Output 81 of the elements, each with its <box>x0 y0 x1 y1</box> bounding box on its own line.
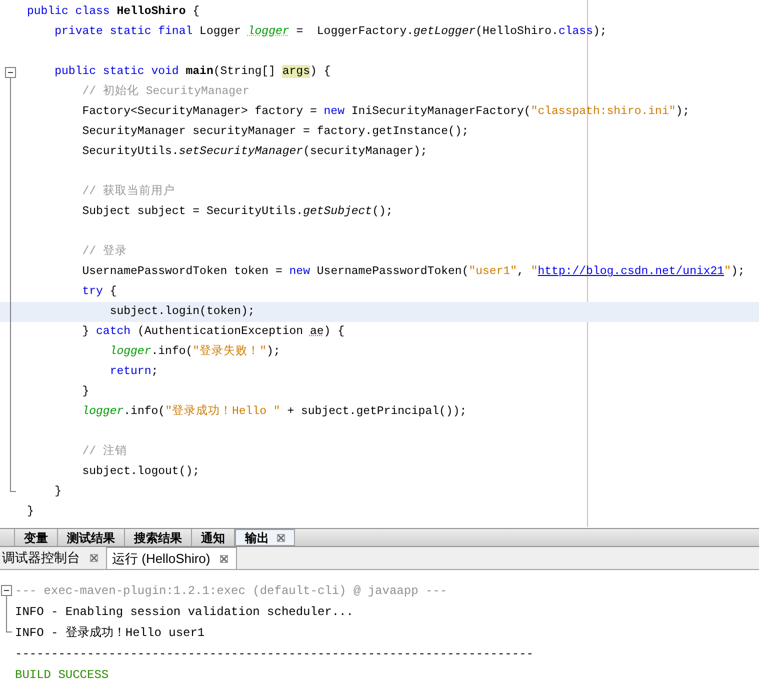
panel-tab[interactable]: 输出 <box>235 529 295 546</box>
code-text: { <box>110 285 117 298</box>
method-text: getLogger <box>414 25 476 38</box>
keyword-text: public static void <box>54 65 180 78</box>
panel-tab[interactable]: 搜索结果 <box>125 529 192 546</box>
code-editor[interactable] <box>0 0 759 527</box>
close-icon[interactable] <box>220 554 228 562</box>
keyword-text: try <box>82 285 103 298</box>
code-text: , <box>517 265 525 278</box>
code-text: Factory<SecurityManager> factory = <box>82 105 318 118</box>
fold-toggle-icon[interactable] <box>5 66 16 78</box>
console-line: BUILD SUCCESS <box>15 666 109 684</box>
code-text: Logger <box>200 25 242 38</box>
method-text: getSubject <box>303 205 372 218</box>
code-text: ; <box>151 365 158 378</box>
code-text: } <box>82 325 90 338</box>
close-icon[interactable] <box>90 554 98 562</box>
field-text: logger <box>248 25 290 38</box>
code-text: (); <box>372 205 393 218</box>
code-text: } <box>27 505 34 518</box>
code-text: .info( <box>151 345 193 358</box>
comment-text: // 登录 <box>82 245 127 258</box>
code-text: (HelloShiro. <box>476 25 558 38</box>
code-text: } <box>54 485 62 498</box>
string-text: "登录成功！Hello " <box>165 405 280 418</box>
code-text: ); <box>592 25 607 38</box>
comment-text: // 初始化 SecurityManager <box>82 85 250 98</box>
console-line: INFO - 登录成功！Hello user1 <box>15 624 205 642</box>
keyword-text: public class <box>27 5 111 18</box>
output-tab[interactable]: 运行 (HelloShiro) <box>106 547 238 569</box>
code-text: SecurityManager securityManager = factory.getInstance(); <box>82 125 469 138</box>
fold-end-icon <box>10 482 16 492</box>
code-text: UsernamePasswordToken( <box>316 265 469 278</box>
console-line: --- exec-maven-plugin:1.2.1:exec (default-cli) @ javaapp --- <box>15 582 448 600</box>
code-text: UsernamePasswordToken token = <box>82 265 284 278</box>
code-text: subject.logout(); <box>82 465 200 478</box>
parameter-text: args <box>282 65 310 78</box>
code-text: } <box>82 385 90 398</box>
keyword-text: new <box>289 265 310 278</box>
comment-text: // 注销 <box>82 445 127 458</box>
string-text: "classpath:shiro.ini" <box>530 105 676 118</box>
keyword-text: class <box>558 25 593 38</box>
code-text: subject.login(token); <box>110 305 255 318</box>
code-text: (securityManager); <box>303 145 428 158</box>
console-line: ------------------------------------------------------------------------ <box>15 646 534 662</box>
code-text: ); <box>731 265 745 278</box>
code-text: SecurityUtils. <box>82 145 179 158</box>
code-text: (String[] <box>213 65 276 78</box>
field-text: logger <box>110 345 152 358</box>
string-text: " <box>724 265 731 278</box>
link[interactable]: http://blog.csdn.net/unix21 <box>538 265 724 278</box>
code-text: ); <box>266 345 280 358</box>
keyword-text: return <box>110 365 152 378</box>
string-text: " <box>530 265 538 278</box>
code-text: + subject.getPrincipal()); <box>287 405 467 418</box>
keyword-text: catch <box>96 325 131 338</box>
code-text: ); <box>676 105 690 118</box>
panel-tab[interactable]: 变量 <box>14 529 58 546</box>
code-text: ) { <box>324 325 345 338</box>
code-text: (AuthenticationException <box>137 325 304 338</box>
code-text: Subject subject = SecurityUtils. <box>82 205 304 218</box>
string-text: "user1" <box>468 265 518 278</box>
panel-tab[interactable]: 测试结果 <box>58 529 125 546</box>
variable-text: ae <box>310 325 324 338</box>
close-icon[interactable] <box>277 534 285 542</box>
string-text: "登录失败！" <box>192 345 266 358</box>
code-text: .info( <box>124 405 166 418</box>
code-text: ) { <box>310 65 331 78</box>
output-tab[interactable]: 调试器控制台 <box>0 547 106 569</box>
keyword-text: private static final <box>54 25 194 38</box>
code-text: HelloShiro <box>116 5 186 18</box>
code-text: = LoggerFactory. <box>296 25 414 38</box>
code-text: IniSecurityManagerFactory( <box>351 105 531 118</box>
console-line: INFO - Enabling session validation scheduler... <box>15 604 354 620</box>
comment-text: // 获取当前用户 <box>82 185 175 198</box>
keyword-text: new <box>324 105 344 118</box>
field-text: logger <box>82 405 124 418</box>
method-text: setSecurityManager <box>178 145 304 158</box>
code-text: { <box>192 5 200 18</box>
fold-toggle-icon[interactable] <box>1 585 12 596</box>
code-text: main <box>186 65 214 78</box>
